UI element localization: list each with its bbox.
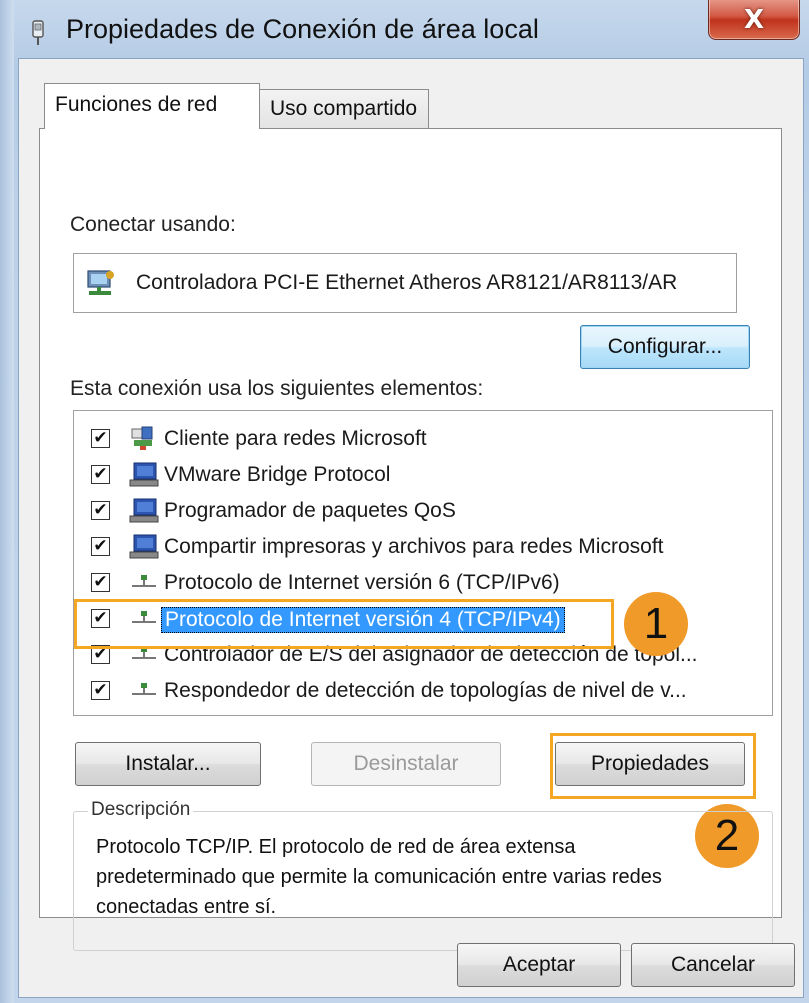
network-service-icon	[129, 534, 159, 559]
tab-networking[interactable]: Funciones de red	[44, 83, 260, 129]
adapter-name: Controladora PCI-E Ethernet Atheros AR81…	[136, 271, 678, 294]
dialog-window: Propiedades de Conexión de área local X …	[0, 0, 809, 1003]
checkbox[interactable]: ✔	[91, 573, 110, 592]
item-label: Protocolo de Internet versión 6 (TCP/IPv…	[164, 571, 560, 594]
item-label: Respondedor de detección de topologías d…	[164, 679, 687, 702]
checkbox[interactable]: ✔	[91, 429, 110, 448]
checkbox[interactable]: ✔	[91, 537, 110, 556]
dialog-client-area: Funciones de red Uso compartido Conectar…	[18, 58, 804, 998]
network-service-icon	[129, 498, 159, 523]
list-item-qos-scheduler[interactable]: ✔ Programador de paquetes QoS	[74, 493, 772, 529]
title-bar[interactable]: Propiedades de Conexión de área local X	[0, 0, 809, 66]
list-item-file-printer-sharing[interactable]: ✔ Compartir impresoras y archivos para r…	[74, 529, 772, 565]
tab-label: Funciones de red	[55, 93, 218, 116]
highlight-properties	[550, 733, 756, 799]
list-item-vmware-bridge[interactable]: ✔ VMware Bridge Protocol	[74, 457, 772, 493]
checkbox[interactable]: ✔	[91, 681, 110, 700]
checkbox[interactable]: ✔	[91, 501, 110, 520]
network-connection-icon	[32, 20, 44, 45]
close-icon: X	[743, 5, 765, 35]
uninstall-button[interactable]: Desinstalar	[311, 742, 501, 786]
tab-label: Uso compartido	[270, 97, 418, 120]
close-button[interactable]: X	[708, 0, 800, 40]
install-button[interactable]: Instalar...	[75, 742, 261, 786]
items-label: Esta conexión usa los siguientes element…	[70, 377, 484, 400]
tab-panel: Conectar usando: Controladora PCI-E Ethe…	[39, 128, 782, 951]
item-label: Cliente para redes Microsoft	[164, 427, 427, 450]
highlight-ipv4	[74, 599, 614, 649]
window-title: Propiedades de Conexión de área local	[66, 14, 539, 44]
configure-button[interactable]: Configurar...	[580, 325, 750, 369]
item-label: Compartir impresoras y archivos para red…	[164, 535, 664, 558]
network-service-icon	[129, 462, 159, 487]
list-item-client-microsoft[interactable]: ✔ Cliente para redes Microsoft	[74, 421, 772, 457]
network-adapter-icon	[87, 270, 114, 295]
connect-using-label: Conectar usando:	[70, 213, 236, 236]
description-text: Protocolo TCP/IP. El protocolo de red de…	[96, 836, 662, 918]
ok-label: Aceptar	[502, 953, 576, 976]
ok-button[interactable]: Aceptar	[457, 943, 621, 987]
install-label: Instalar...	[125, 752, 211, 775]
protocol-icon	[132, 575, 156, 587]
item-label: Programador de paquetes QoS	[164, 499, 456, 522]
description-legend: Descripción	[88, 799, 194, 821]
tab-sharing[interactable]: Uso compartido	[259, 89, 429, 129]
cancel-button[interactable]: Cancelar	[631, 943, 795, 987]
network-client-icon	[131, 426, 153, 450]
description-group: Descripción Protocolo TCP/IP. El protoco…	[73, 799, 773, 951]
uninstall-label: Desinstalar	[353, 752, 459, 775]
step-1-badge: 1	[624, 592, 688, 656]
cancel-label: Cancelar	[670, 953, 756, 976]
item-label: VMware Bridge Protocol	[164, 463, 391, 486]
list-item-lltd-responder[interactable]: ✔ Respondedor de detección de topologías…	[74, 673, 772, 709]
checkbox[interactable]: ✔	[91, 465, 110, 484]
adapter-field: Controladora PCI-E Ethernet Atheros AR81…	[73, 253, 737, 313]
components-list[interactable]: ✔ Cliente para redes Microsoft ✔ VMware …	[73, 410, 773, 716]
configure-label: Configurar...	[607, 335, 723, 358]
protocol-icon	[132, 683, 156, 695]
